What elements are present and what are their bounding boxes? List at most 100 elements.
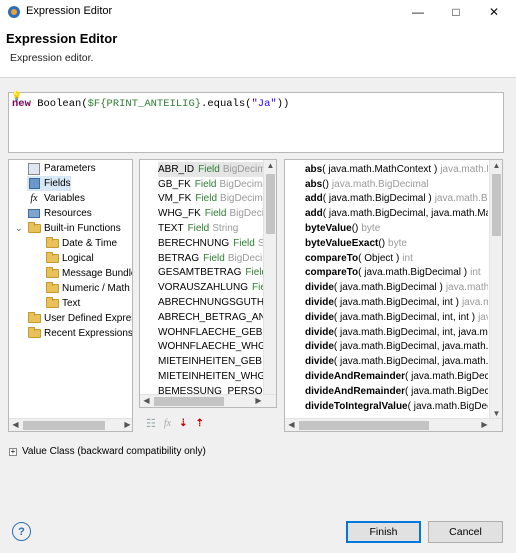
scroll-right-icon[interactable]: ▶ [478, 420, 491, 429]
scroll-left-icon[interactable]: ◀ [9, 420, 22, 429]
method-list-item[interactable]: abs( java.math.MathContext ) java.math.B [305, 162, 488, 177]
field-list-item[interactable]: BETRAGFieldBigDecima [158, 251, 264, 266]
method-return-type: java.math.Big [434, 193, 488, 205]
tree-item[interactable]: Text [45, 296, 80, 311]
dialog-description: Expression editor. [10, 52, 94, 64]
method-list-item[interactable]: byteValueExact() byte [305, 236, 488, 251]
fields-horizontal-scrollbar[interactable]: ◀ ▶ [140, 394, 276, 407]
tree-item[interactable]: Logical [45, 251, 94, 266]
add-field-icon[interactable]: ☷ [146, 417, 156, 430]
method-name: divide [305, 341, 334, 353]
function-icon[interactable]: fx [164, 418, 171, 429]
field-list-item[interactable]: WOHNFLAECHE_WHG [158, 340, 264, 355]
tree-item-label: Resources [44, 208, 92, 219]
scroll-right-icon[interactable]: ▶ [252, 396, 265, 405]
method-list-item[interactable]: compareTo( java.math.BigDecimal ) int [305, 266, 488, 281]
expression-text[interactable]: new Boolean($F{PRINT_ANTEILIG}.equals("J… [12, 98, 289, 110]
category-tree[interactable]: Parameters Fields fx Variables Resources ⌄ Bui… [8, 159, 133, 432]
scroll-thumb[interactable] [266, 174, 275, 234]
maximize-icon[interactable]: □ [436, 0, 476, 24]
expand-toggle-icon[interactable]: ⌄ [15, 223, 25, 234]
scroll-up-icon[interactable]: ▲ [490, 161, 502, 170]
methods-horizontal-scrollbar[interactable]: ◀ ▶ [285, 418, 502, 431]
scroll-thumb[interactable] [492, 174, 501, 236]
field-kind: Field [204, 208, 227, 220]
scroll-left-icon[interactable]: ◀ [285, 420, 298, 429]
scroll-up-icon[interactable]: ▲ [264, 161, 276, 170]
field-name: MIETEINHEITEN_WHG [158, 371, 264, 383]
sort-descending-icon[interactable]: ⇣ [179, 418, 187, 429]
field-list-item[interactable]: GB_FKFieldBigDecimal [158, 177, 264, 192]
tree-item[interactable]: Date & Time [45, 236, 117, 251]
field-list-item[interactable]: BERECHNUNGFieldStr [158, 236, 264, 251]
method-list-item[interactable]: abs() java.math.BigDecimal [305, 177, 488, 192]
method-name: divide [305, 326, 334, 338]
cancel-button[interactable]: Cancel [428, 521, 503, 543]
scroll-right-icon[interactable]: ▶ [121, 420, 132, 429]
scroll-down-icon[interactable]: ▼ [490, 409, 502, 418]
methods-list[interactable]: abs( java.math.MathContext ) java.math.B a… [284, 159, 503, 432]
expand-toggle-icon[interactable]: + [9, 447, 17, 456]
method-list-item[interactable]: divide( java.math.BigDecimal, java.math.… [305, 340, 488, 355]
fields-vertical-scrollbar[interactable]: ▲ [263, 160, 276, 395]
code-field: $F{PRINT_ANTEILIG} [87, 98, 202, 110]
field-name: WOHNFLAECHE_GEB [158, 326, 263, 338]
field-list-item[interactable]: TEXT Field String [158, 221, 264, 236]
field-list-item[interactable]: ABRECH_BETRAG_ANTE [158, 310, 264, 325]
minimize-icon[interactable]: — [398, 0, 438, 24]
tree-item[interactable]: ⌄ Built-in Functions [15, 221, 121, 236]
field-list-item[interactable]: VM_FK Field BigDecim [158, 192, 264, 207]
tree-item[interactable]: Fields [27, 176, 71, 191]
field-list-item[interactable]: ABR_IDFieldBigDecima [158, 162, 264, 177]
field-list-item[interactable]: WHG_FKFieldBigDecim [158, 206, 264, 221]
folder-icon [45, 282, 59, 295]
scroll-thumb[interactable] [23, 421, 105, 430]
method-name: byteValue [305, 223, 352, 235]
tree-item[interactable]: fx Variables [27, 191, 85, 206]
field-list-item[interactable]: VORAUSZAHLUNGFiel [158, 280, 264, 295]
window-titlebar[interactable]: Expression Editor — □ ✕ [0, 0, 516, 24]
method-list-item[interactable]: add( java.math.BigDecimal )java.math.Big [305, 192, 488, 207]
method-list-item[interactable]: divide( java.math.BigDecimal, int ) java.… [305, 295, 488, 310]
field-kind: Field [187, 223, 210, 235]
tree-item[interactable]: Message Bundle [45, 266, 132, 281]
method-list-item[interactable]: divide( java.math.BigDecimal, java.math.… [305, 354, 488, 369]
method-name: divide [305, 311, 334, 323]
tree-item[interactable]: Parameters [27, 161, 96, 176]
field-list-item[interactable]: MIETEINHEITEN_GEBFi [158, 354, 264, 369]
value-class-section[interactable]: + Value Class (backward compatibility on… [9, 446, 206, 457]
scroll-left-icon[interactable]: ◀ [140, 396, 153, 405]
scroll-thumb[interactable] [299, 421, 429, 430]
method-list-item[interactable]: divideAndRemainder( java.math.BigDeci [305, 384, 488, 399]
method-name: compareTo [305, 252, 359, 264]
field-list-item[interactable]: GESAMTBETRAGFieldE [158, 266, 264, 281]
method-name: abs [305, 178, 323, 190]
finish-button[interactable]: Finish [346, 521, 421, 543]
method-list-item[interactable]: divide( java.math.BigDecimal )java.math.… [305, 280, 488, 295]
method-list-item[interactable]: divideToIntegralValue( java.math.BigDec [305, 399, 488, 414]
close-icon[interactable]: ✕ [474, 0, 514, 24]
methods-vertical-scrollbar[interactable]: ▲ ▼ [489, 160, 502, 419]
tree-item[interactable]: User Defined Expres [27, 311, 132, 326]
tree-item[interactable]: Resources [27, 206, 92, 221]
method-list-item[interactable]: add( java.math.BigDecimal, java.math.Mat [305, 206, 488, 221]
scroll-thumb[interactable] [154, 397, 224, 406]
method-list-item[interactable]: divide( java.math.BigDecimal, int, int )… [305, 310, 488, 325]
fields-list[interactable]: ABR_IDFieldBigDecimaGB_FKFieldBigDecimal… [139, 159, 277, 408]
expression-editor[interactable]: 💡 new Boolean($F{PRINT_ANTEILIG}.equals(… [8, 91, 504, 153]
help-icon[interactable]: ? [12, 522, 31, 541]
field-name: WHG_FK [158, 208, 201, 220]
method-list-item[interactable]: compareTo( Object ) int [305, 251, 488, 266]
tree-horizontal-scrollbar[interactable]: ◀ ▶ [9, 418, 132, 431]
field-list-item[interactable]: MIETEINHEITEN_WHGF [158, 369, 264, 384]
method-list-item[interactable]: divide( java.math.BigDecimal, int, java.… [305, 325, 488, 340]
sort-ascending-icon[interactable]: ⇡ [195, 418, 203, 429]
method-params: ( java.math.BigDec [407, 400, 488, 412]
field-list-item[interactable]: WOHNFLAECHE_GEBF [158, 325, 264, 340]
tree-item[interactable]: Numeric / Math [45, 281, 130, 296]
method-list-item[interactable]: byteValue() byte [305, 221, 488, 236]
field-list-item[interactable]: ABRECHNUNGSGUTHA [158, 295, 264, 310]
code-keyword: new [12, 98, 31, 110]
method-list-item[interactable]: divideAndRemainder( java.math.BigDeci [305, 369, 488, 384]
tree-item[interactable]: Recent Expressions [27, 326, 132, 341]
